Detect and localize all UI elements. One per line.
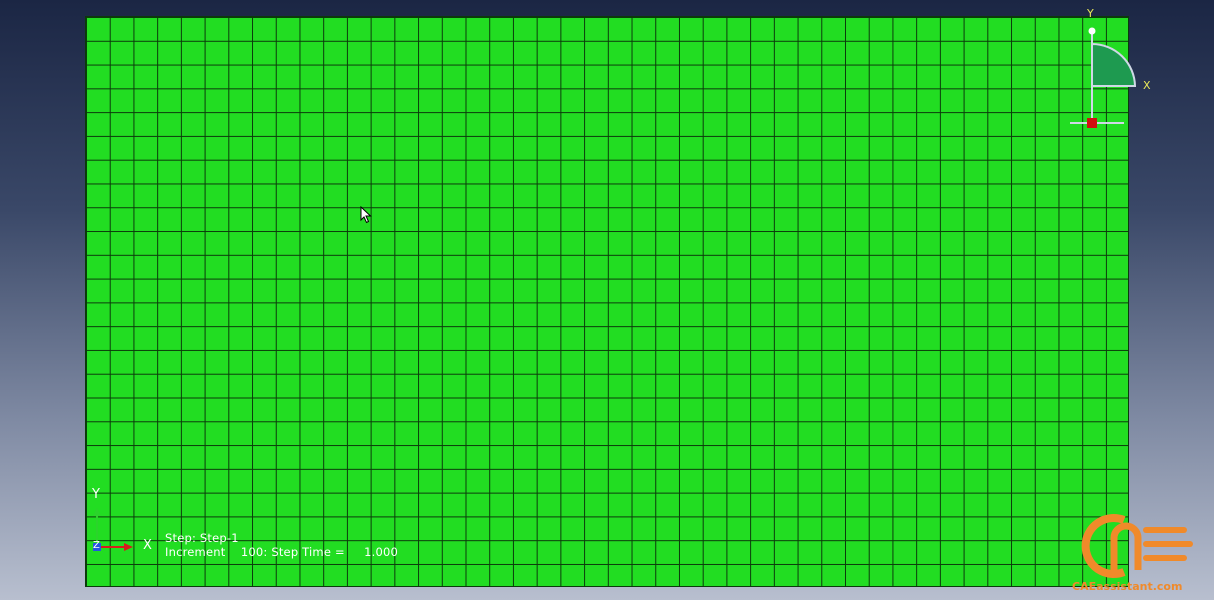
step-info-legend: Step: Step-1 Increment 100: Step Time = … [165, 531, 398, 559]
step-name-text: Step: Step-1 [165, 531, 239, 545]
axis-y-label: Y [92, 487, 100, 502]
axis-x-label: X [143, 538, 152, 553]
triad-y-label: Y [1087, 7, 1094, 20]
watermark-text: CAEassistant.com [1072, 580, 1183, 593]
axis-z-label: Z [93, 540, 100, 551]
view-orientation-triad-icon [1070, 27, 1137, 128]
graphics-viewport[interactable]: Y X Y X Z Step: Step-1 Increment 100: St… [0, 0, 1214, 600]
finite-element-mesh[interactable] [85, 16, 1129, 587]
triad-x-label: X [1143, 79, 1151, 92]
mouse-pointer-icon [360, 206, 372, 224]
increment-step-time-text: Increment 100: Step Time = 1.000 [165, 545, 399, 559]
